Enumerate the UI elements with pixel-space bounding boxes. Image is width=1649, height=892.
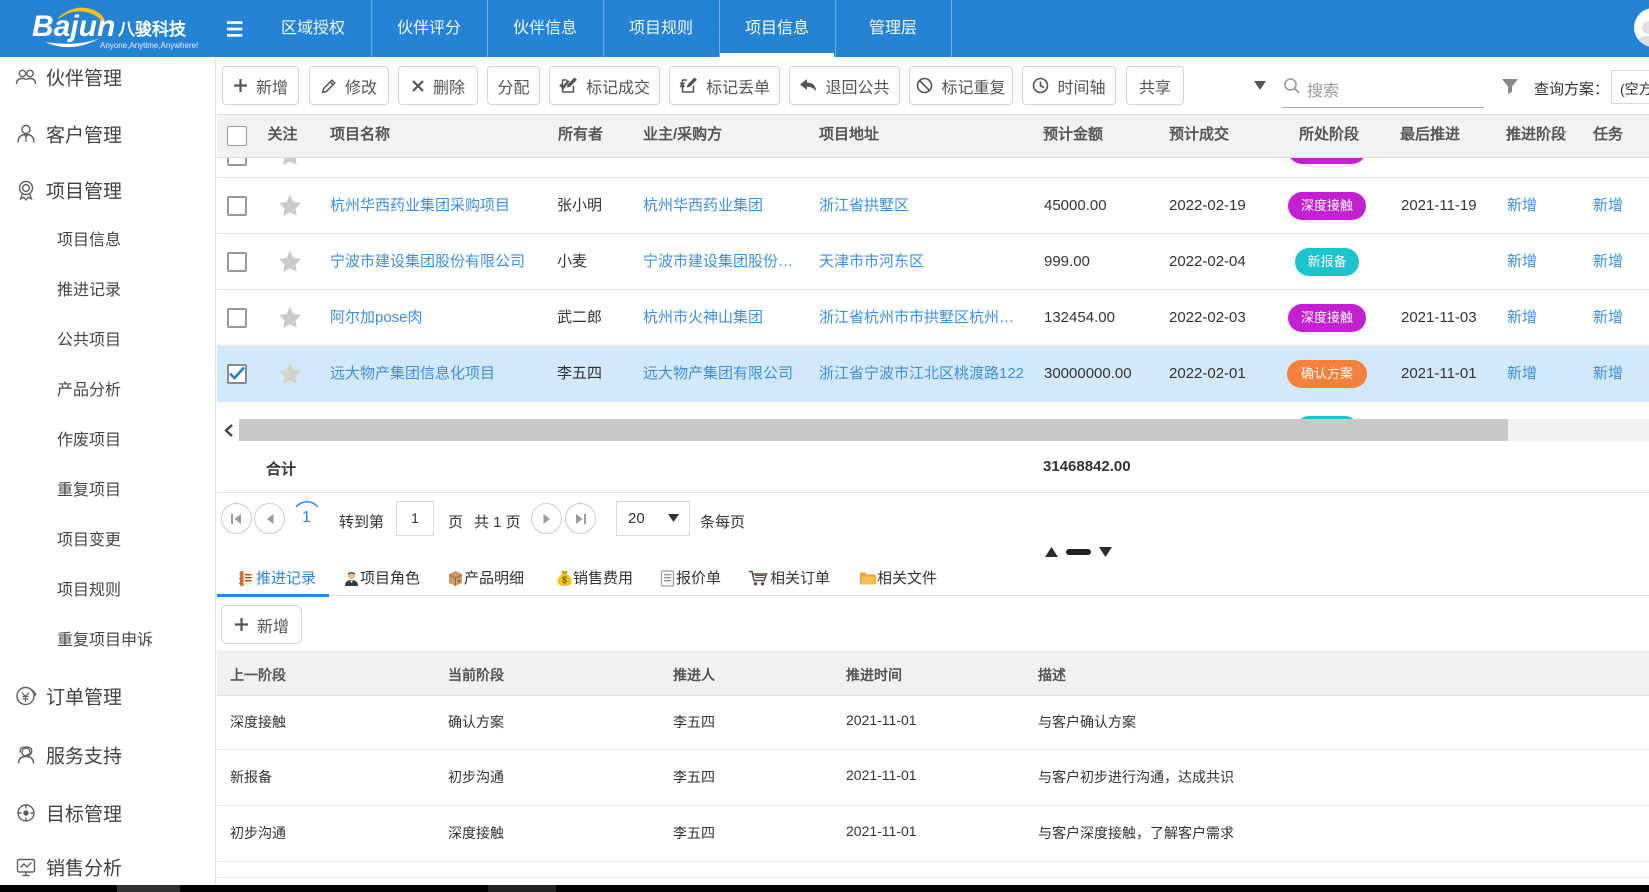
svg-text:Anyone,Anytime,Anywhere!: Anyone,Anytime,Anywhere! (100, 41, 198, 50)
svg-text:Bajun: Bajun (32, 10, 115, 43)
svg-text:$: $ (562, 575, 567, 585)
svg-text:八骏科技: 八骏科技 (118, 19, 187, 39)
